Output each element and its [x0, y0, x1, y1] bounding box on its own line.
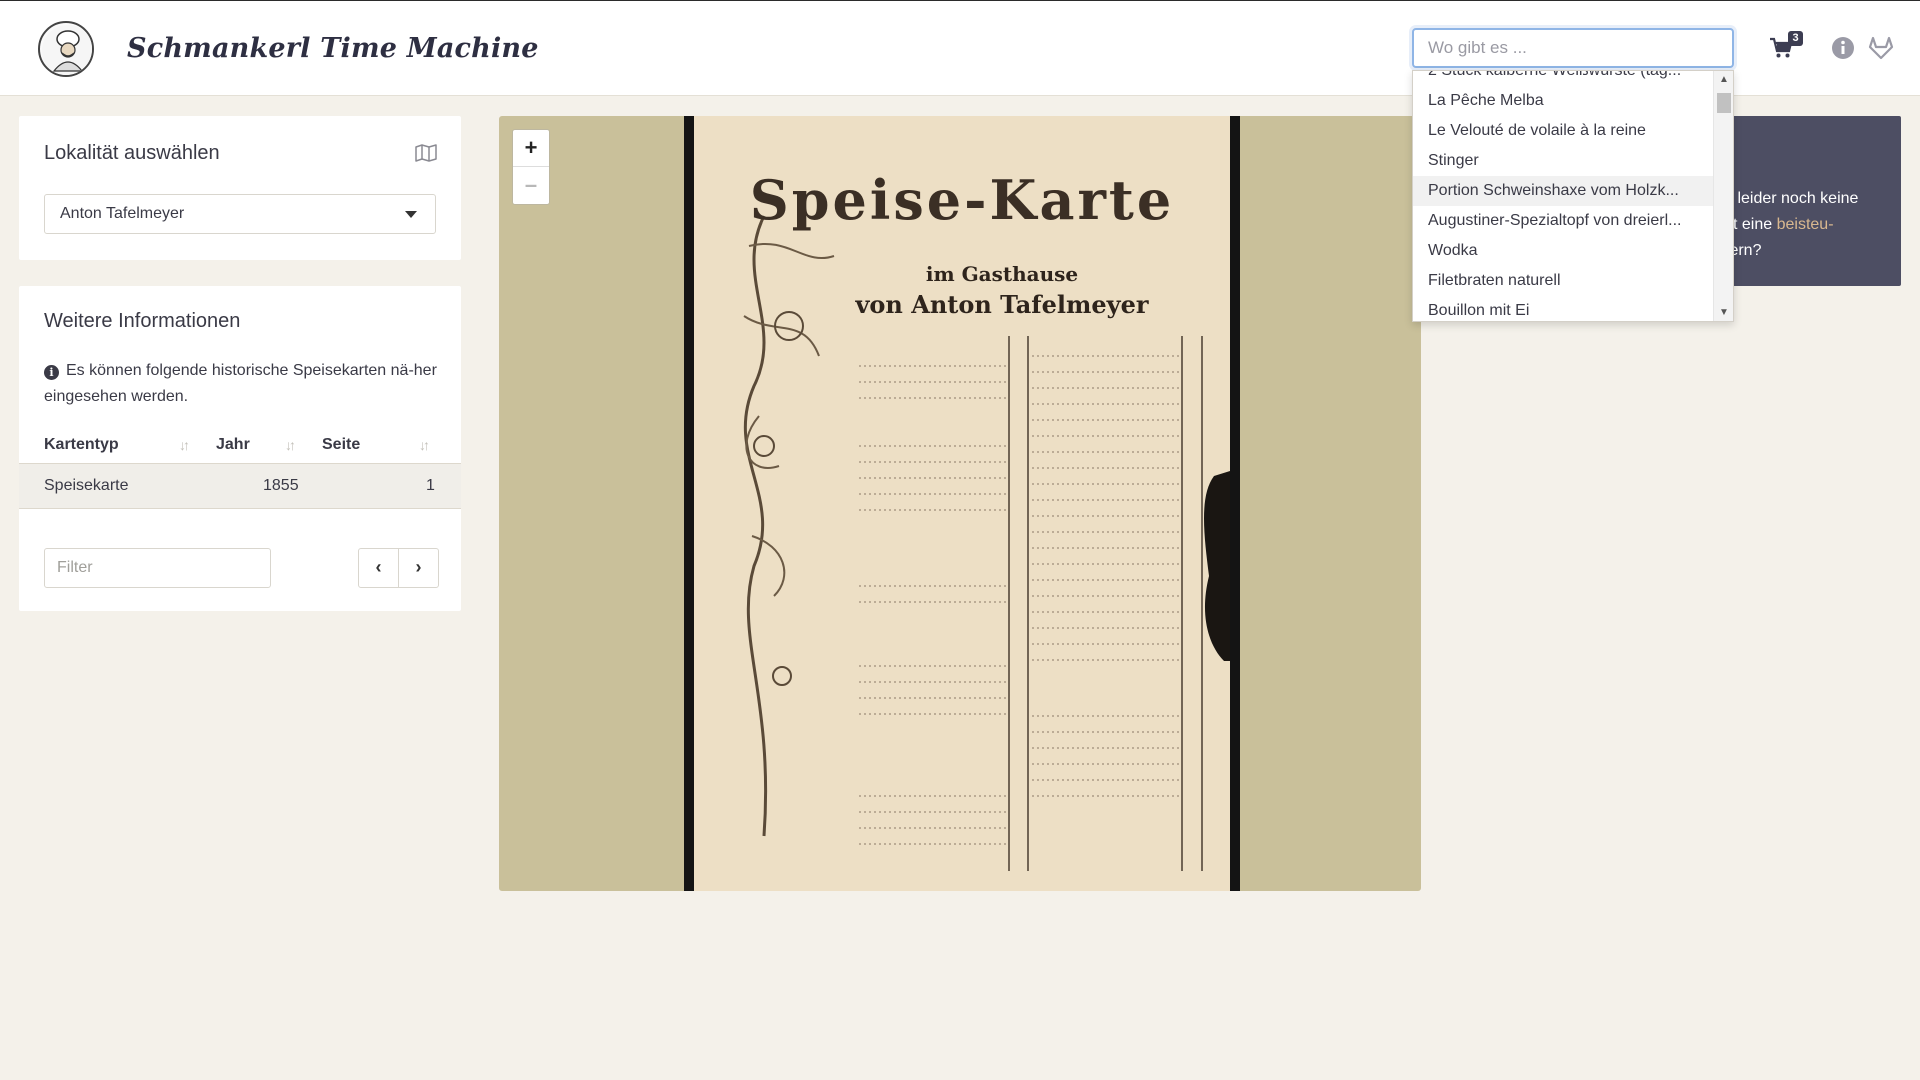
- suggestion-item[interactable]: Augustiner-Spezialtopf von dreierl...: [1413, 206, 1715, 236]
- prev-page-button[interactable]: ‹: [358, 548, 399, 588]
- no-info-text-line1: s leider noch keine: [1725, 190, 1859, 207]
- info-card-title: Weitere Informationen: [44, 310, 241, 332]
- next-page-button[interactable]: ›: [398, 548, 439, 588]
- location-card: Lokalität auswählen Anton Tafelmeyer: [19, 116, 461, 260]
- suggestion-item[interactable]: Wodka: [1413, 236, 1715, 266]
- scrollbar-thumb[interactable]: [1717, 93, 1731, 113]
- chevron-down-icon: [405, 211, 417, 218]
- cell-seite: 1: [426, 477, 435, 494]
- zoom-out-button[interactable]: –: [513, 167, 549, 204]
- contribute-link[interactable]: beisteu-: [1777, 216, 1834, 233]
- filter-input[interactable]: [44, 548, 271, 588]
- suggestion-item-highlighted[interactable]: Portion Schweinshaxe vom Holzk...: [1413, 176, 1715, 206]
- location-select[interactable]: Anton Tafelmeyer: [44, 194, 436, 234]
- sort-icon[interactable]: ↓↑: [419, 437, 430, 453]
- suggestion-item[interactable]: 2 Stück kälberne Weißwürste (täg...: [1413, 71, 1715, 86]
- location-select-value: Anton Tafelmeyer: [60, 205, 185, 222]
- map-icon[interactable]: [415, 143, 437, 163]
- zoom-control: + –: [512, 129, 550, 205]
- sort-icon[interactable]: ↓↑: [285, 437, 296, 453]
- suggestion-item[interactable]: Le Velouté de volaile à la reine: [1413, 116, 1715, 146]
- menu-subheading: im Gasthause: [925, 262, 1079, 286]
- column-header-kartentyp[interactable]: Kartentyp: [44, 436, 119, 454]
- app-title: Schmankerl Time Machine: [127, 33, 539, 64]
- dropdown-scrollbar[interactable]: ▲ ▼: [1713, 71, 1733, 321]
- suggestion-item[interactable]: Stinger: [1413, 146, 1715, 176]
- menu-restaurant-name: von Anton Tafelmeyer: [855, 290, 1149, 319]
- menu-image-viewer[interactable]: Speise-Karte im Gasthause von Anton Tafe…: [499, 116, 1421, 891]
- cell-kartentyp: Speisekarte: [44, 477, 129, 494]
- table-header: Kartentyp ↓↑ Jahr ↓↑ Seite ↓↑: [19, 429, 461, 464]
- column-header-seite[interactable]: Seite: [322, 436, 360, 454]
- scroll-up-arrow-icon[interactable]: ▲: [1714, 74, 1733, 85]
- info-description: i Es können folgende historische Speiseka…: [44, 358, 444, 410]
- cart-count-badge: 3: [1788, 31, 1803, 46]
- info-card: Weitere Informationen i Es können folgend…: [19, 286, 461, 611]
- suggestion-item[interactable]: Bouillon mit Ei: [1413, 296, 1715, 321]
- suggestion-item[interactable]: La Pêche Melba: [1413, 86, 1715, 116]
- cell-jahr: 1855: [263, 477, 299, 494]
- menu-heading: Speise-Karte: [749, 168, 1175, 232]
- location-card-title: Lokalität auswählen: [44, 142, 220, 164]
- historic-menu-image: [684, 116, 1240, 891]
- table-row[interactable]: Speisekarte 1855 1: [19, 464, 461, 509]
- info-description-text: Es können folgende historische Speisekar…: [44, 362, 437, 405]
- chef-logo[interactable]: [38, 21, 94, 77]
- column-header-jahr[interactable]: Jahr: [216, 436, 250, 454]
- menu-paper: [694, 116, 1230, 891]
- gitlab-icon[interactable]: [1868, 35, 1896, 63]
- no-info-text-line2: zt eine beisteu-: [1725, 212, 1834, 238]
- scroll-down-arrow-icon[interactable]: ▼: [1714, 307, 1733, 318]
- sort-icon[interactable]: ↓↑: [179, 437, 190, 453]
- info-circle-icon: i: [44, 365, 59, 380]
- info-icon[interactable]: [1830, 35, 1858, 63]
- zoom-in-button[interactable]: +: [513, 130, 549, 167]
- search-suggestions-dropdown[interactable]: 2 Stück kälberne Weißwürste (täg... La P…: [1412, 70, 1734, 322]
- suggestion-item[interactable]: Filetbraten naturell: [1413, 266, 1715, 296]
- search-input[interactable]: [1412, 28, 1734, 68]
